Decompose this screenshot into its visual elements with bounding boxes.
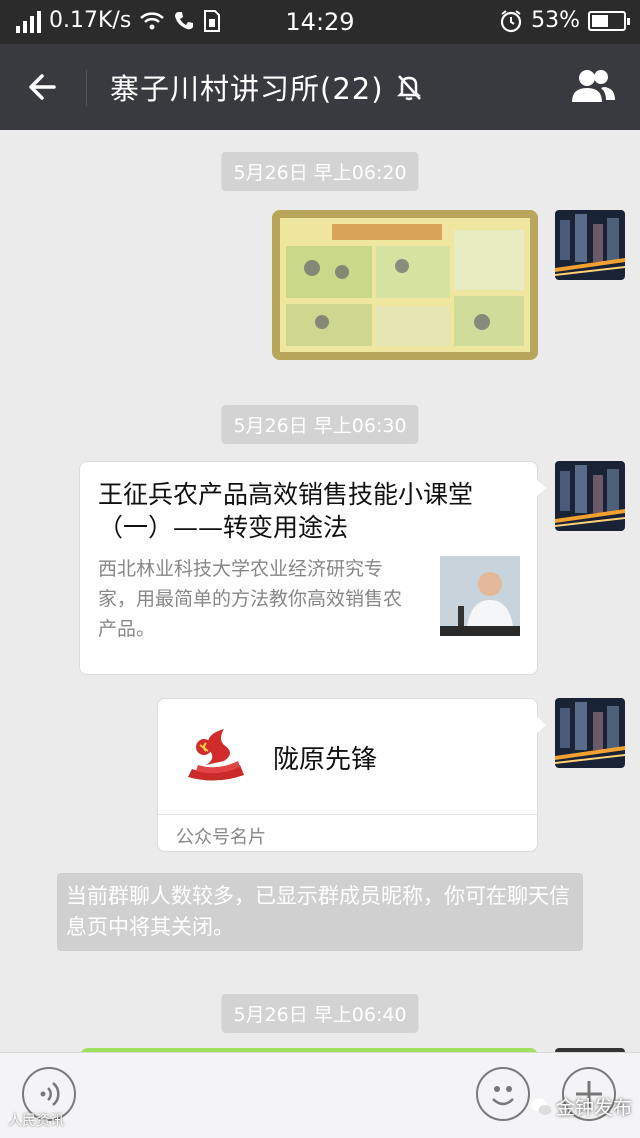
article-card[interactable]: 王征兵农产品高效销售技能小课堂（一）——转变用途法 西北林业科技大学农业经济研究… <box>79 461 546 675</box>
alarm-icon <box>500 9 522 32</box>
avatar[interactable] <box>555 210 625 280</box>
watermark-left: 人民资讯 <box>8 1113 64 1129</box>
system-notice: 当前群聊人数较多，已显示群成员昵称，你可在聊天信息页中将其关闭。 <box>57 873 583 951</box>
contact-card[interactable]: 陇原先锋 公众号名片 <box>157 698 546 852</box>
official-account-logo <box>188 729 244 781</box>
timestamp: 5月26日 早上06:30 <box>221 405 419 444</box>
mute-bell-icon <box>396 75 421 101</box>
group-members-icon[interactable] <box>568 66 618 106</box>
avatar[interactable] <box>555 461 625 531</box>
chat-header: 寨子川村讲习所(22) <box>0 44 640 130</box>
back-arrow-icon[interactable] <box>24 66 66 108</box>
battery-percent: 53% <box>531 8 580 33</box>
image-message[interactable] <box>272 210 538 360</box>
poster-image <box>272 210 538 360</box>
wechat-icon <box>531 1098 552 1115</box>
article-thumbnail <box>440 556 520 636</box>
article-description: 西北林业科技大学农业经济研究专家，用最简单的方法教你高效销售农产品。 <box>98 558 403 640</box>
card-divider <box>158 814 537 815</box>
battery-level-fill <box>592 14 608 27</box>
status-bar: 0.17K/s 14:29 53% <box>0 0 640 44</box>
timestamp: 5月26日 早上06:40 <box>221 994 419 1033</box>
battery-icon <box>588 10 630 31</box>
contact-card-name: 陇原先锋 <box>273 745 378 775</box>
contact-card-label: 公众号名片 <box>176 827 266 848</box>
emoji-icon <box>492 1086 514 1106</box>
timestamp: 5月26日 早上06:20 <box>221 152 419 191</box>
chat-title: 寨子川村讲习所(22) <box>110 72 384 106</box>
article-title: 王征兵农产品高效销售技能小课堂（一）——转变用途法 <box>98 480 474 542</box>
avatar[interactable] <box>555 698 625 768</box>
header-divider <box>86 70 87 106</box>
message-list[interactable]: 5月26日 早上06:20 5月26日 早上06:30 王征兵农产品高效销售技能… <box>0 130 640 1052</box>
watermark-right: 金钟发布 <box>530 1093 632 1120</box>
emoji-button[interactable] <box>476 1067 530 1121</box>
